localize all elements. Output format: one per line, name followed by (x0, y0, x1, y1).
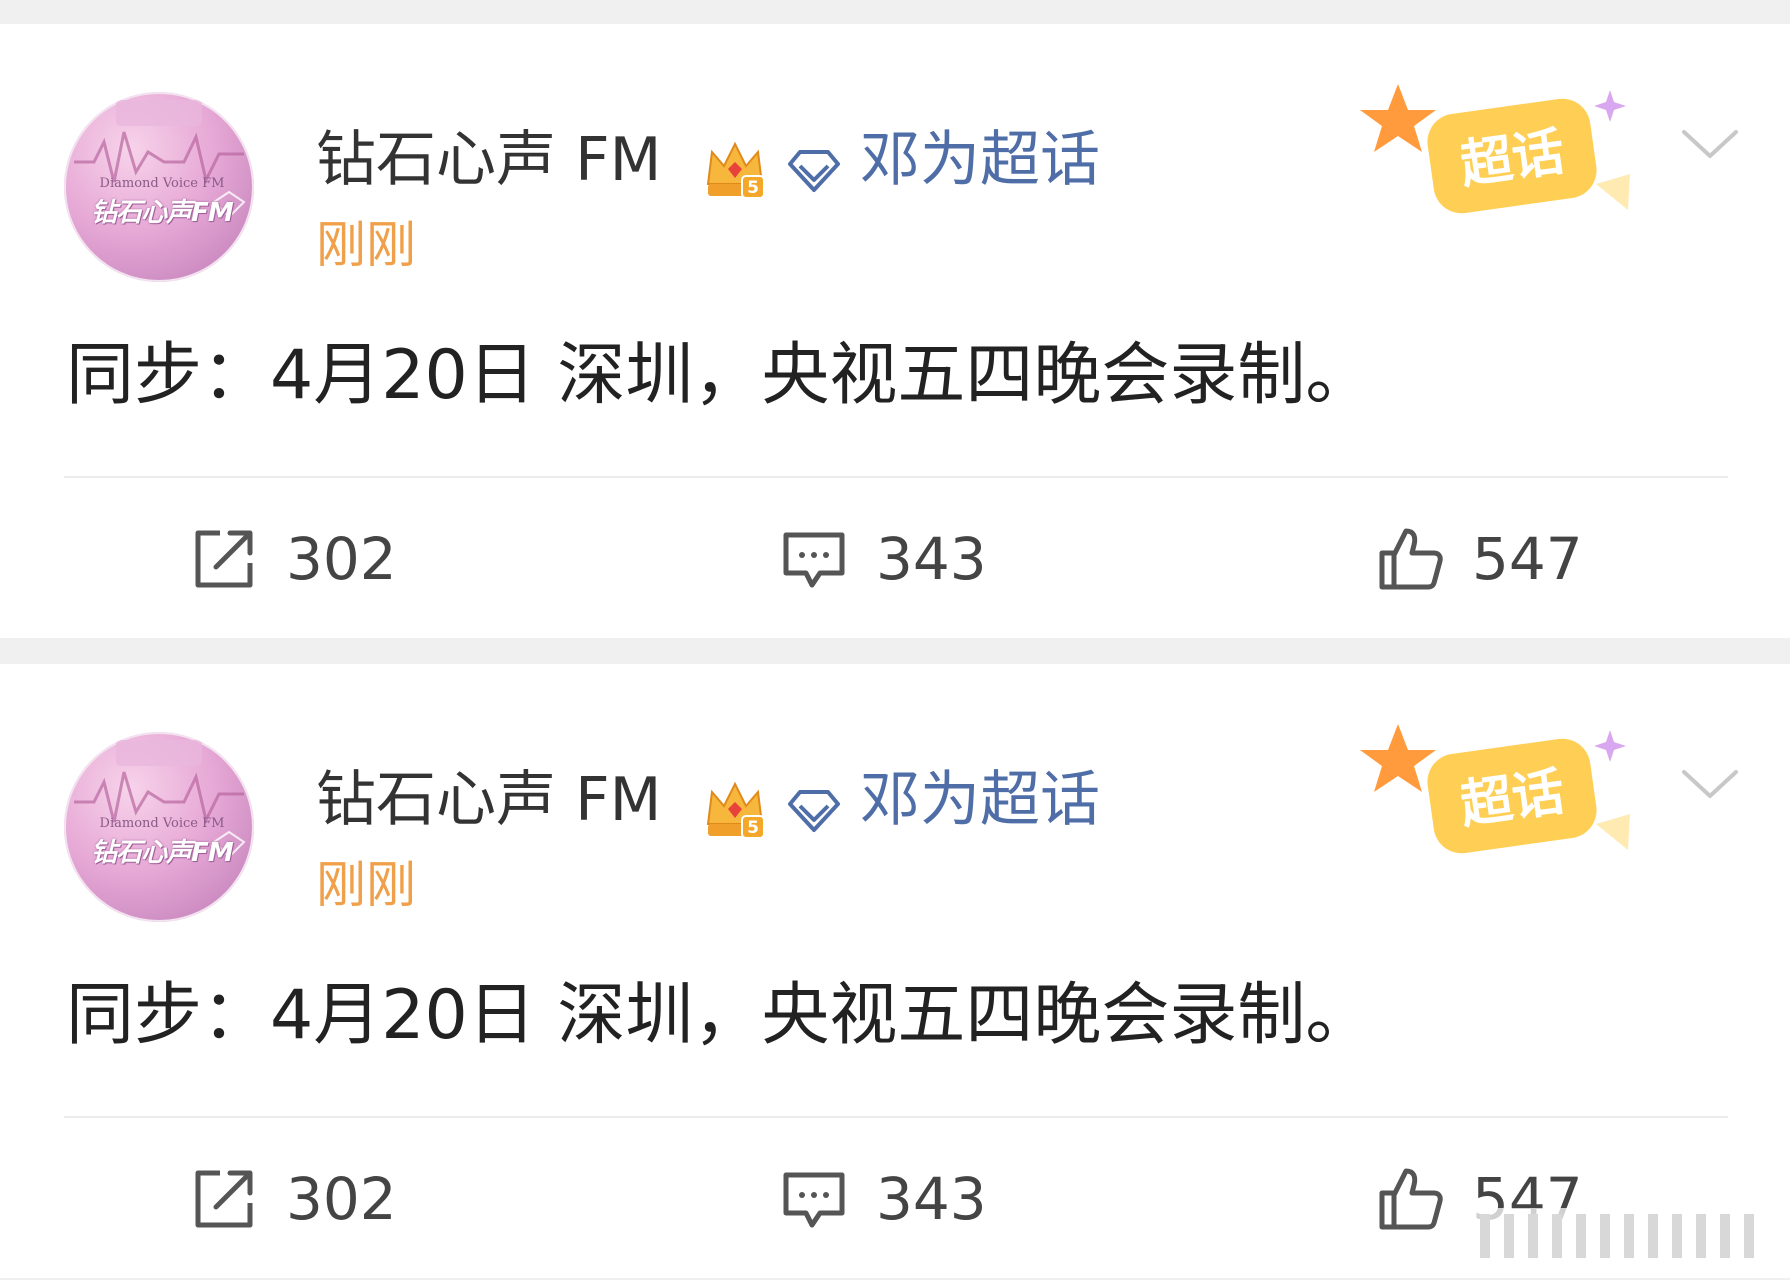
post-card: Diamond Voice FM 钻石心声FM 钻石心声 FM 5 邓为超话 刚… (0, 24, 1790, 638)
diamond-icon (788, 790, 840, 832)
weibo-feed: Diamond Voice FM 钻石心声FM 钻石心声 FM 5 邓为超话 刚… (0, 0, 1790, 1280)
chevron-down-icon[interactable] (1678, 762, 1742, 806)
avatar[interactable]: Diamond Voice FM 钻石心声FM (64, 92, 254, 282)
divider (64, 476, 1728, 478)
author-name[interactable]: 钻石心声 FM (316, 770, 661, 830)
avatar-subtitle: Diamond Voice FM (99, 176, 225, 191)
repost-count: 302 (286, 525, 397, 593)
supertopic-badge[interactable]: 超话 (1360, 704, 1650, 874)
comment-button[interactable]: 343 (780, 1164, 987, 1234)
like-count: 547 (1472, 525, 1583, 593)
thumbs-up-icon (1379, 528, 1443, 590)
like-button[interactable]: 547 (1376, 524, 1583, 594)
comment-icon (783, 1172, 845, 1228)
chevron-down-icon[interactable] (1678, 122, 1742, 166)
avatar-title: 钻石心声FM (91, 838, 234, 868)
comment-icon (783, 532, 845, 588)
comment-count: 343 (876, 1165, 987, 1233)
supertopic-link[interactable]: 邓为超话 (860, 130, 1100, 190)
post-text: 同步：4月20日 深圳，央视五四晚会录制。 (66, 976, 1374, 1055)
post-card: Diamond Voice FM 钻石心声FM 钻石心声 FM 5 邓为超话 刚… (0, 664, 1790, 1278)
avatar-subtitle: Diamond Voice FM (99, 816, 225, 831)
avatar-title: 钻石心声FM (91, 198, 234, 228)
avatar[interactable]: Diamond Voice FM 钻石心声FM (64, 732, 254, 922)
post-text: 同步：4月20日 深圳，央视五四晚会录制。 (66, 336, 1374, 415)
svg-text:5: 5 (747, 818, 759, 838)
thumbs-up-icon (1379, 1168, 1443, 1230)
watermark-logo (1460, 1208, 1780, 1264)
repost-icon (195, 1170, 253, 1228)
crown-level-icon: 5 (706, 781, 765, 839)
repost-icon (195, 530, 253, 588)
post-time: 刚刚 (316, 856, 416, 914)
repost-count: 302 (286, 1165, 397, 1233)
supertopic-badge[interactable]: 超话 (1360, 64, 1650, 234)
repost-button[interactable]: 302 (190, 524, 397, 594)
crown-level-icon: 5 (706, 141, 765, 199)
supertopic-link[interactable]: 邓为超话 (860, 770, 1100, 830)
divider (64, 1116, 1728, 1118)
comment-count: 343 (876, 525, 987, 593)
diamond-icon (788, 150, 840, 192)
post-time: 刚刚 (316, 216, 416, 274)
svg-text:5: 5 (747, 178, 759, 198)
author-name[interactable]: 钻石心声 FM (316, 130, 661, 190)
repost-button[interactable]: 302 (190, 1164, 397, 1234)
comment-button[interactable]: 343 (780, 524, 987, 594)
